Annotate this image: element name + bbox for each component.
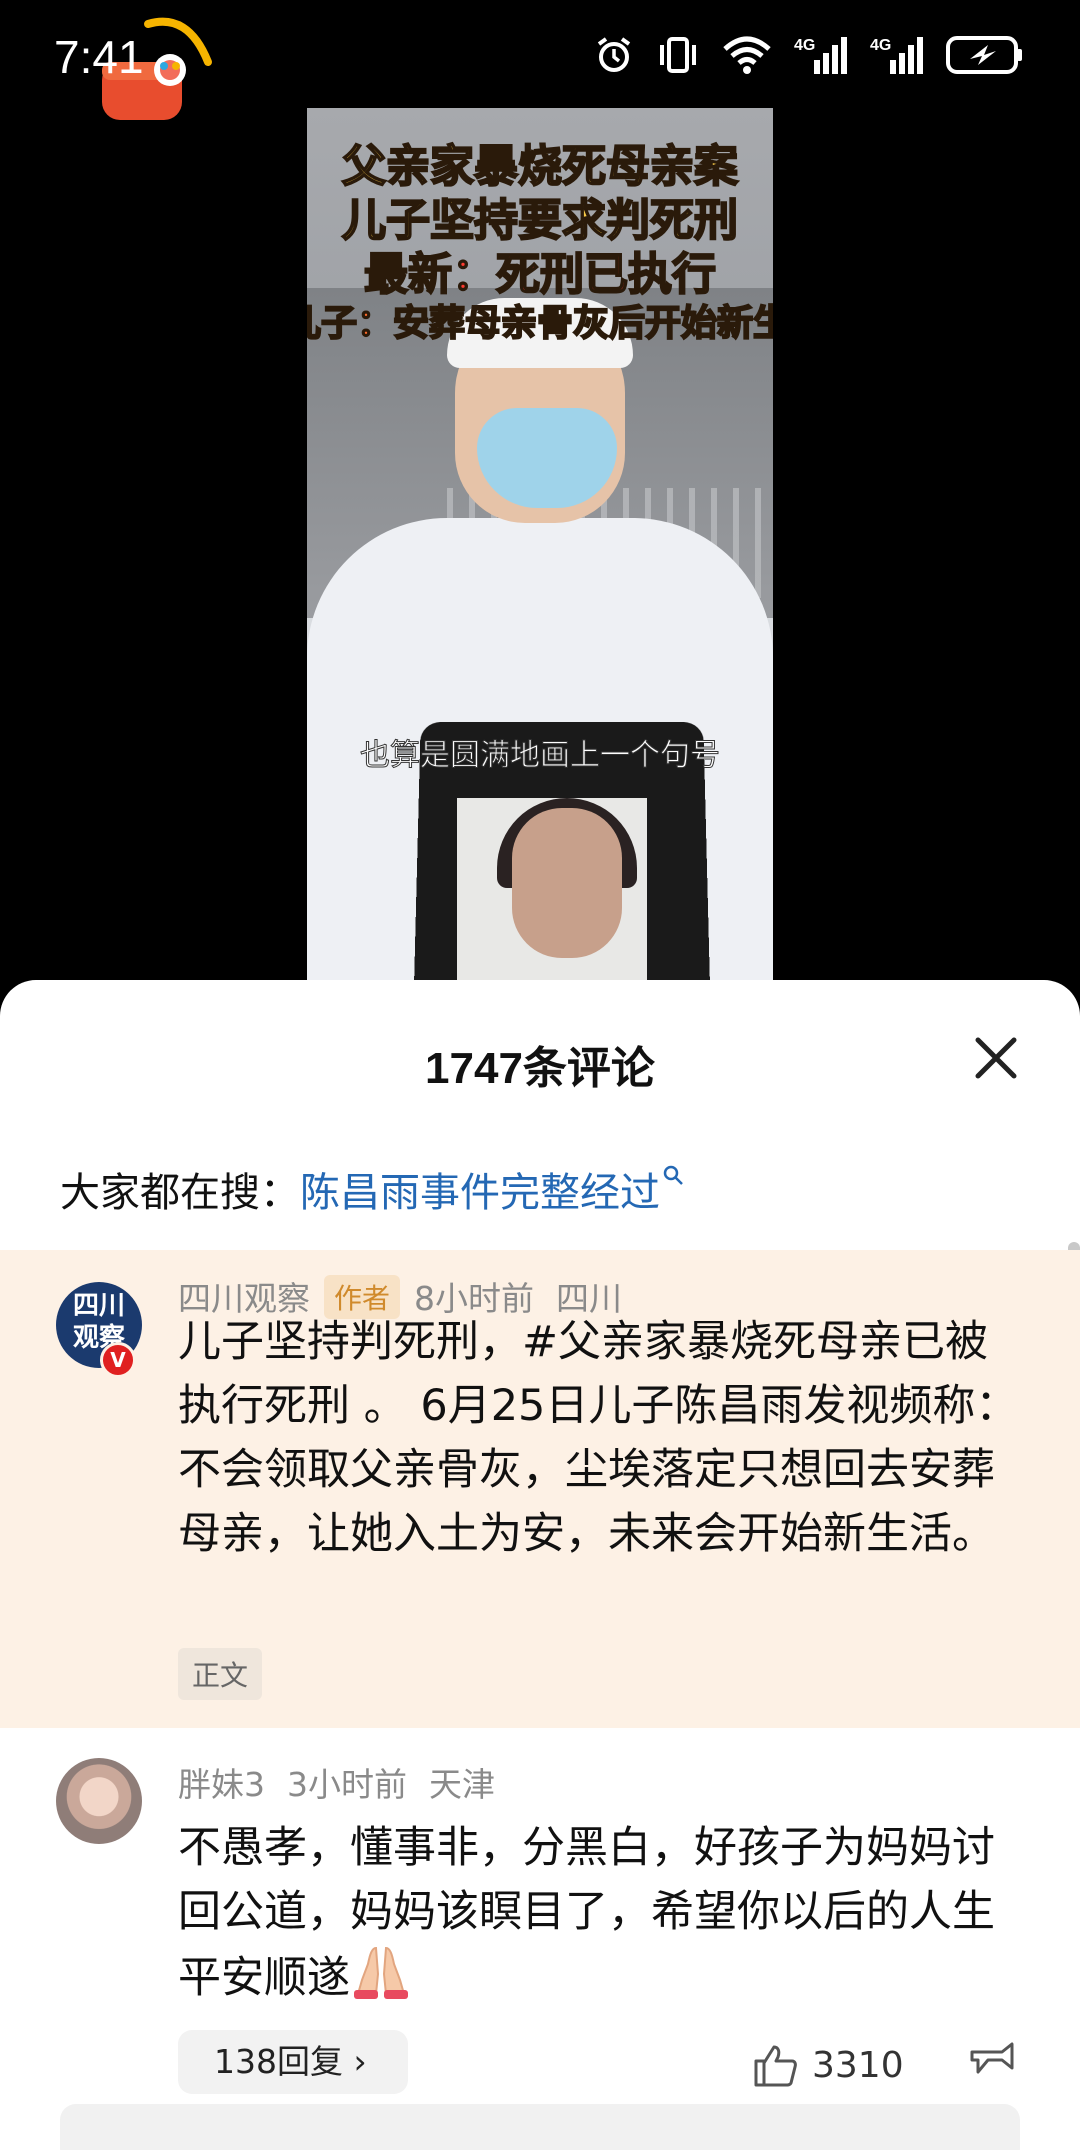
view-replies-button[interactable]: 138回复 ›: [178, 2030, 408, 2094]
video-player[interactable]: 父亲家暴烧死母亲案 儿子坚持要求判死刑 最新：死刑已执行 儿子：安葬母亲骨灰后开…: [307, 108, 773, 988]
comment-location: 天津: [429, 1765, 495, 1804]
like-count: 3310: [812, 2044, 904, 2086]
thumbs-up-icon: [754, 2045, 797, 2087]
vibrate-icon: [660, 37, 696, 73]
praying-hands-icon: [354, 1946, 408, 1999]
trending-search-term[interactable]: 陈昌雨事件完整经过: [300, 1170, 660, 1216]
body-tag[interactable]: 正文: [178, 1648, 263, 1700]
svg-text:4G: 4G: [870, 37, 891, 54]
comment-text[interactable]: 儿子坚持判死刑，#父亲家暴烧死母亲已被执行死刑 。 6月25日儿子陈昌雨发视频称…: [178, 1310, 1028, 1566]
user-comment: 胖妹3 3小时前 天津 不愚孝，懂事非，分黑白，好孩子为妈妈讨回公道，妈妈该瞑目了，…: [0, 1728, 1080, 2150]
video-person-mask: [477, 408, 617, 508]
comments-title: 1747条评论: [425, 1044, 655, 1093]
video-title-line3: 最新：死刑已执行: [363, 248, 717, 301]
trending-search-link[interactable]: 陈昌雨事件完整经过: [300, 1165, 686, 1216]
avatar[interactable]: [56, 1758, 142, 1844]
share-icon[interactable]: [966, 2038, 1018, 2088]
verified-badge-icon: V: [100, 1342, 136, 1378]
svg-text:4G: 4G: [794, 37, 815, 54]
comment-input-bar[interactable]: [60, 2104, 1020, 2150]
comment-text[interactable]: 不愚孝，懂事非，分黑白，好孩子为妈妈讨回公道，妈妈该瞑目了，希望你以后的人生平安…: [178, 1816, 1028, 2010]
search-icon: [663, 1165, 683, 1185]
avatar-logo-text: 四川 观察: [72, 1291, 125, 1353]
comment-text-content: 不愚孝，懂事非，分黑白，好孩子为妈妈讨回公道，妈妈该瞑目了，希望你以后的人生平安…: [178, 1823, 995, 2003]
status-icons: 4G 4G: [594, 30, 1024, 80]
alarm-icon: [597, 37, 631, 72]
video-subtitle: 也算是圆满地画上一个句号: [360, 738, 721, 774]
author-comment: 四川 观察 V 四川观察 作者 8小时前 四川 儿子坚持判死刑，#父亲家暴烧死母亲已被执…: [0, 1250, 1080, 1728]
trending-search-label: 大家都在搜：: [60, 1170, 300, 1216]
comment-meta: 胖妹3 3小时前 天津: [178, 1758, 495, 1806]
trending-search: 大家都在搜：陈昌雨事件完整经过: [60, 1160, 686, 1218]
like-button[interactable]: 3310: [752, 2040, 904, 2090]
memorial-photo-face: [512, 808, 622, 958]
comments-sheet: 1747条评论 大家都在搜：陈昌雨事件完整经过 四川 观察 V 四川观察 作者 8小时…: [0, 980, 1080, 2150]
signal-4g-icon: 4G: [794, 37, 847, 74]
wifi-icon: [723, 36, 771, 74]
comment-username[interactable]: 胖妹3: [178, 1765, 265, 1804]
video-title-line4: 儿子：安葬母亲骨灰后开始新生: [307, 301, 773, 345]
status-time: 7:41: [54, 31, 144, 83]
close-icon[interactable]: [970, 1032, 1022, 1084]
status-bar: 7:41 4G 4G: [0, 0, 1080, 120]
battery-charging-icon: [946, 36, 1022, 74]
signal-4g-icon: 4G: [870, 37, 923, 74]
comment-time: 3小时前: [287, 1765, 407, 1804]
